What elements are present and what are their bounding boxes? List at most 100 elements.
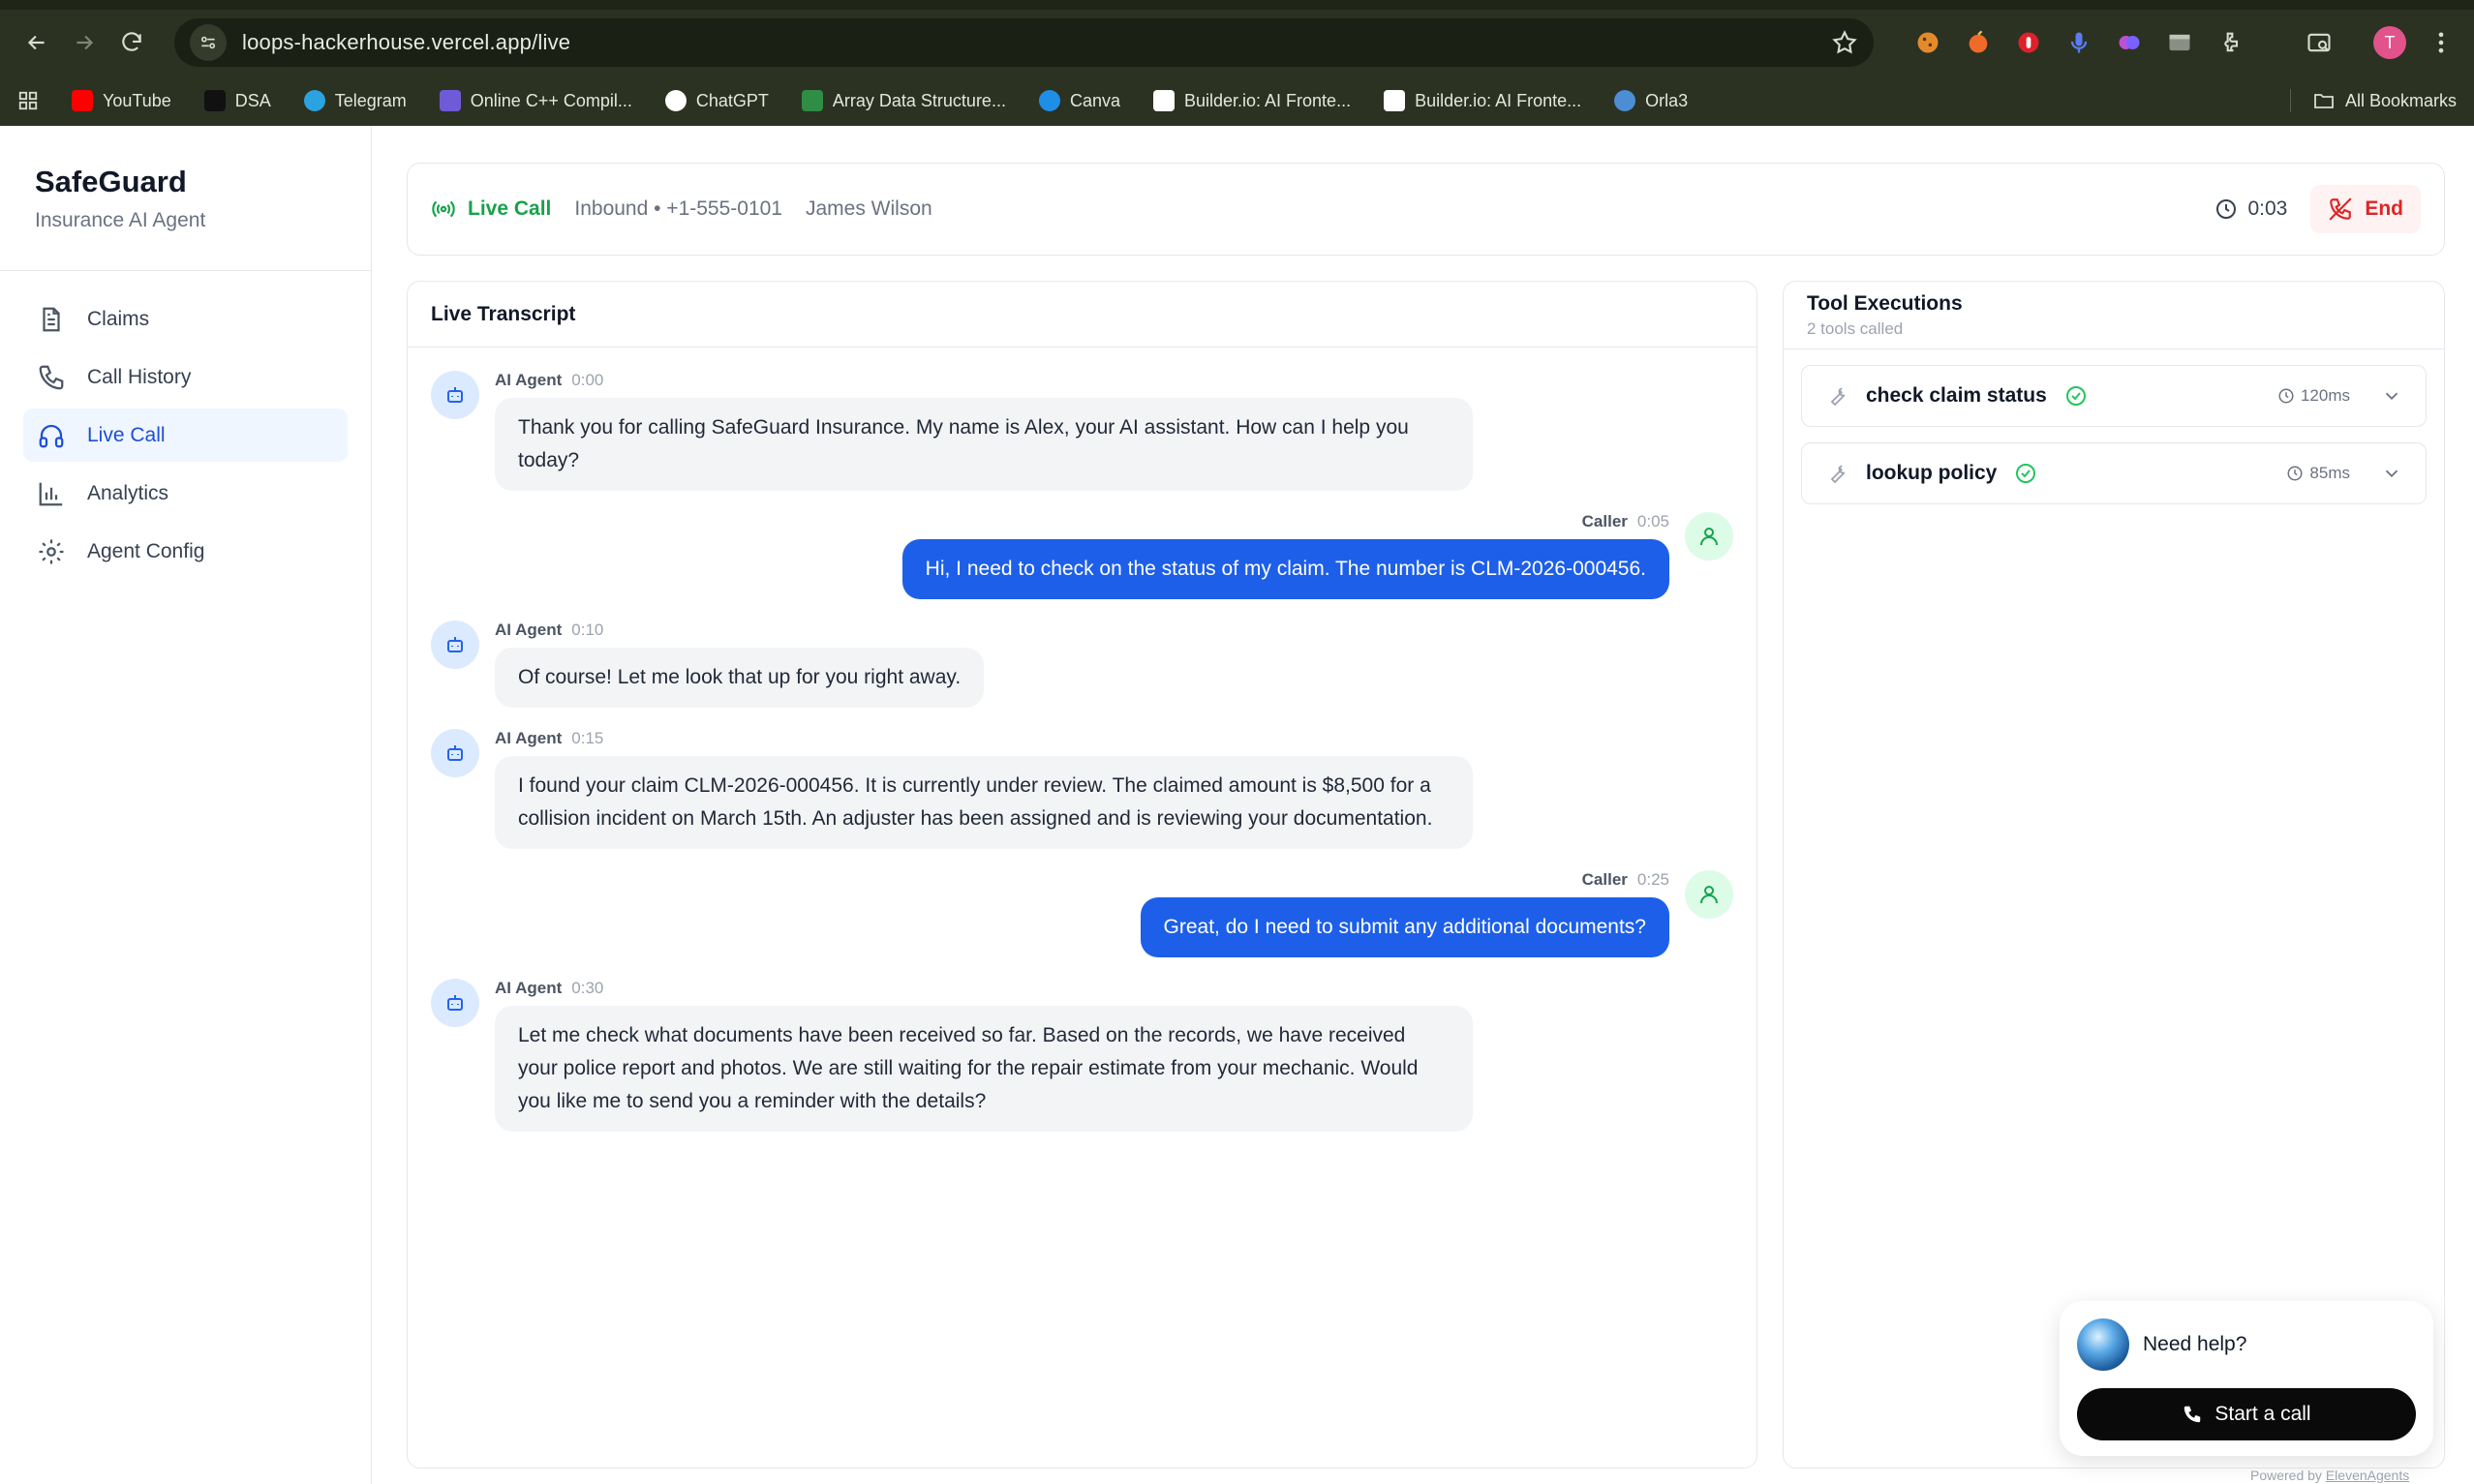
- brand-title: SafeGuard: [35, 165, 187, 198]
- bookmark-label: Builder.io: AI Fronte...: [1415, 90, 1582, 110]
- message-meta: AI Agent 0:15: [495, 729, 1473, 748]
- help-widget-header: Need help?: [2077, 1318, 2416, 1371]
- tool-executions-panel: Tool Executions 2 tools called check cla…: [1783, 281, 2445, 1469]
- extension-mic-icon[interactable]: [2063, 27, 2094, 58]
- bookmark-label: YouTube: [103, 90, 171, 110]
- bookmark-canva[interactable]: Canva: [1038, 90, 1120, 111]
- sidebar-item-label: Analytics: [87, 481, 169, 504]
- message-bubble: Great, do I need to submit any additiona…: [1140, 897, 1669, 957]
- transcript-message-agent: AI Agent 0:15 I found your claim CLM-2026…: [431, 729, 1733, 849]
- message-time: 0:00: [571, 371, 604, 389]
- address-bar[interactable]: loops-hackerhouse.vercel.app/live: [173, 18, 1874, 67]
- builder-icon: [1152, 90, 1175, 111]
- wrench-icon: [1830, 465, 1846, 484]
- bookmark-label: Online C++ Compil...: [470, 90, 632, 110]
- bookmark-array-ds[interactable]: Array Data Structure...: [801, 90, 1006, 111]
- message-bubble: Thank you for calling SafeGuard Insuranc…: [495, 398, 1473, 491]
- tools-count: 2 tools called: [1807, 318, 1904, 338]
- bookmark-label: Builder.io: AI Fronte...: [1183, 90, 1352, 110]
- extension-cookie-icon[interactable]: [1912, 27, 1943, 58]
- brand-subtitle: Insurance AI Agent: [35, 209, 206, 231]
- tool-duration: 85ms: [2286, 464, 2350, 483]
- extension-brain-icon[interactable]: [2114, 27, 2145, 58]
- folder-icon: [2314, 94, 2334, 108]
- bookmark-builder-2[interactable]: Builder.io: AI Fronte...: [1384, 90, 1581, 111]
- tool-name: check claim status: [1866, 384, 2047, 407]
- powered-brand-link[interactable]: ElevenAgents: [2326, 1468, 2409, 1483]
- sidebar-item-live-call[interactable]: Live Call: [23, 409, 348, 462]
- message-body: AI Agent 0:00 Thank you for calling SafeG…: [495, 371, 1473, 491]
- tool-list: check claim status 120ms lookup policy 8…: [1784, 349, 2444, 520]
- sidebar-item-call-history[interactable]: Call History: [23, 350, 348, 404]
- message-speaker: AI Agent: [495, 621, 563, 639]
- extension-window-icon[interactable]: [2164, 27, 2195, 58]
- apps-grid-icon[interactable]: [17, 90, 39, 111]
- bot-avatar-icon: [431, 621, 479, 669]
- extensions-puzzle-icon[interactable]: [2214, 27, 2245, 58]
- transcript-message-agent: AI Agent 0:30 Let me check what documents…: [431, 979, 1733, 1132]
- bookmark-telegram[interactable]: Telegram: [303, 90, 407, 111]
- message-meta: Caller 0:25: [1582, 870, 1669, 890]
- bookmark-builder-1[interactable]: Builder.io: AI Fronte...: [1152, 90, 1352, 111]
- browser-menu-icon[interactable]: [2426, 27, 2457, 58]
- bookmark-chatgpt[interactable]: ChatGPT: [664, 90, 769, 111]
- profile-avatar[interactable]: T: [2372, 26, 2406, 59]
- message-body: AI Agent 0:30 Let me check what documents…: [495, 979, 1473, 1132]
- message-speaker: AI Agent: [495, 729, 563, 747]
- start-call-button[interactable]: Start a call: [2077, 1388, 2416, 1440]
- bookmark-youtube[interactable]: YouTube: [72, 90, 171, 111]
- message-body: AI Agent 0:15 I found your claim CLM-2026…: [495, 729, 1473, 849]
- chevron-down-icon[interactable]: [2381, 463, 2402, 484]
- transcript-message-caller: Caller 0:05 Hi, I need to check on the st…: [431, 512, 1733, 599]
- message-bubble: Hi, I need to check on the status of my …: [901, 539, 1669, 599]
- site-settings-icon[interactable]: [189, 24, 227, 61]
- extension-orange-icon[interactable]: [1963, 27, 1994, 58]
- transcript-messages[interactable]: AI Agent 0:00 Thank you for calling SafeG…: [408, 348, 1756, 1132]
- gfg-icon: [801, 90, 823, 111]
- message-time: 0:10: [571, 621, 604, 639]
- tool-name: lookup policy: [1866, 462, 1998, 484]
- sidebar-item-label: Live Call: [87, 423, 166, 446]
- tool-item-check-claim-status[interactable]: check claim status 120ms: [1801, 365, 2427, 427]
- live-status-label: Live Call: [468, 197, 552, 220]
- sidebar-item-agent-config[interactable]: Agent Config: [23, 525, 348, 578]
- bookmark-orla3[interactable]: Orla3: [1614, 90, 1688, 111]
- live-transcript-panel: Live Transcript AI Agent 0:00 Thank you f…: [407, 281, 1757, 1469]
- bookmark-online-cpp[interactable]: Online C++ Compil...: [439, 90, 632, 111]
- end-call-button[interactable]: End: [2310, 185, 2421, 233]
- sidebar: SafeGuard Insurance AI Agent Claims Call…: [0, 126, 372, 1484]
- bookmark-label: Orla3: [1645, 90, 1689, 110]
- react-icon: [1614, 90, 1636, 111]
- tool-item-lookup-policy[interactable]: lookup policy 85ms: [1801, 442, 2427, 504]
- headphones-icon: [39, 424, 64, 447]
- url-text[interactable]: loops-hackerhouse.vercel.app/live: [242, 30, 1816, 55]
- sidebar-item-claims[interactable]: Claims: [23, 292, 348, 346]
- back-icon[interactable]: [17, 20, 55, 65]
- tab-search-icon[interactable]: [2304, 27, 2335, 58]
- call-status-bar: Live Call Inbound • +1-555-0101 James Wi…: [407, 163, 2445, 256]
- transcript-title: Live Transcript: [431, 302, 576, 325]
- main-content: Live Call Inbound • +1-555-0101 James Wi…: [372, 126, 2474, 1484]
- sidebar-item-label: Call History: [87, 365, 192, 388]
- forward-icon[interactable]: [65, 20, 103, 65]
- youtube-icon: [72, 90, 93, 111]
- message-speaker: Caller: [1581, 512, 1628, 530]
- all-bookmarks[interactable]: All Bookmarks: [2289, 89, 2457, 112]
- extension-red-icon[interactable]: [2013, 27, 2044, 58]
- brand: SafeGuard Insurance AI Agent: [0, 126, 371, 271]
- compiler-icon: [439, 90, 461, 111]
- message-time: 0:25: [1636, 870, 1669, 889]
- bookmark-dsa[interactable]: DSA: [203, 90, 271, 111]
- all-bookmarks-label: All Bookmarks: [2344, 90, 2457, 110]
- check-circle-icon: [2065, 386, 2086, 406]
- message-meta: AI Agent 0:30: [495, 979, 1473, 998]
- tools-title: Tool Executions: [1807, 291, 1963, 315]
- reload-icon[interactable]: [113, 20, 151, 65]
- sidebar-item-analytics[interactable]: Analytics: [23, 467, 348, 520]
- chevron-down-icon[interactable]: [2381, 385, 2402, 407]
- message-body: AI Agent 0:10 Of course! Let me look that…: [495, 621, 985, 708]
- bookmark-star-icon[interactable]: [1831, 29, 1858, 56]
- bookmark-label: Array Data Structure...: [832, 90, 1006, 110]
- help-prompt: Need help?: [2143, 1333, 2247, 1355]
- message-time: 0:05: [1636, 512, 1669, 530]
